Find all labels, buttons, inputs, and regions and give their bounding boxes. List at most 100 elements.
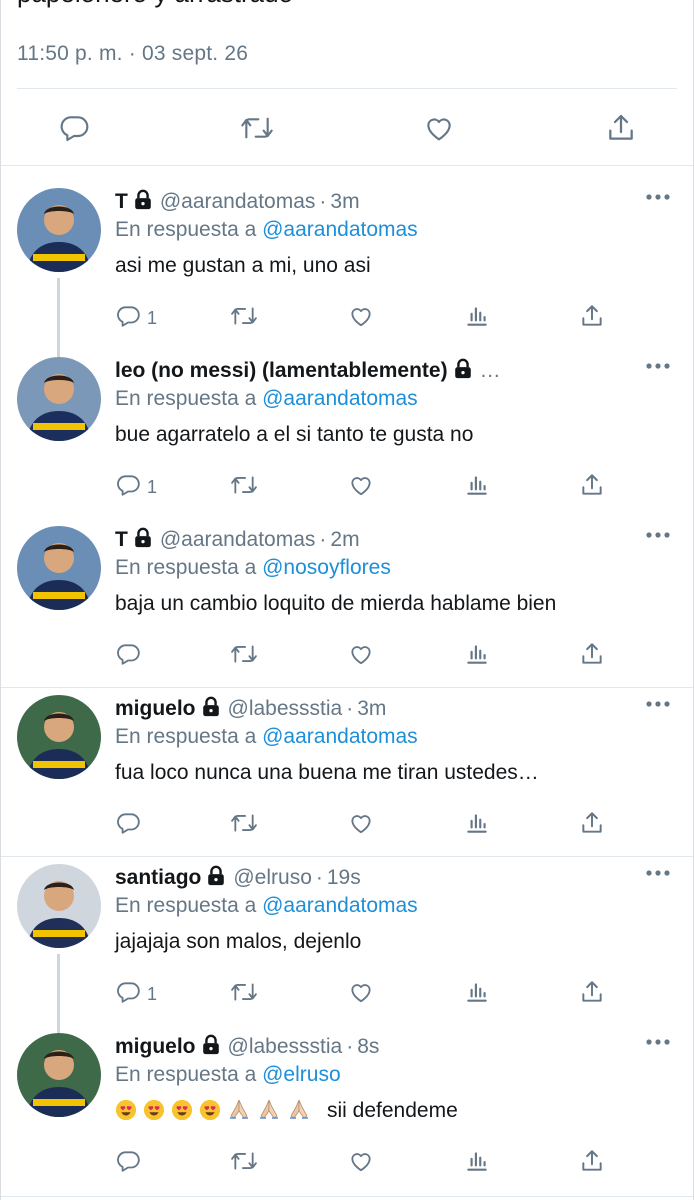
tweet-timestamp[interactable]: 11:50 p. m. · 03 sept. 26 — [17, 42, 248, 66]
more-options-icon[interactable] — [645, 697, 671, 711]
share-button[interactable] — [579, 469, 605, 505]
more-options-icon[interactable] — [645, 866, 671, 880]
reply-tweet[interactable]: leo (no messi) (lamentablemente) … En resp… — [1, 337, 693, 506]
thread-connector — [57, 278, 60, 344]
folded-hands-emoji — [230, 1099, 248, 1119]
display-name[interactable]: santiago — [115, 866, 201, 889]
more-options-icon[interactable] — [645, 190, 671, 204]
reply-button[interactable]: 1 — [115, 469, 157, 505]
reply-tweet[interactable]: T @aarandatomas · 3m En respuesta a @aaranda… — [1, 168, 693, 344]
reply-button[interactable] — [115, 807, 141, 843]
reply-header: santiago @elruso · 19s — [115, 864, 633, 892]
share-button[interactable] — [579, 300, 605, 336]
more-options-icon[interactable] — [645, 1035, 671, 1049]
reply-tweet[interactable]: santiago @elruso · 19s En respuesta a @aaran… — [1, 844, 693, 1020]
reply-to-link[interactable]: @nosoyflores — [262, 556, 391, 579]
reply-button[interactable]: 1 — [115, 300, 157, 336]
display-name[interactable]: miguelo — [115, 1035, 196, 1058]
reply-time[interactable]: 8s — [357, 1035, 379, 1058]
share-icon — [609, 114, 633, 140]
reply-tweet[interactable]: miguelo @labessstia · 8s En respuesta a @elr… — [1, 1013, 693, 1182]
reply-time[interactable]: 3m — [330, 190, 359, 213]
share-icon — [579, 979, 605, 1010]
reply-action-bar: 1 — [115, 469, 693, 505]
like-button[interactable] — [347, 1145, 375, 1181]
analytics-button[interactable] — [464, 300, 490, 336]
more-options-icon[interactable] — [645, 528, 671, 542]
user-handle[interactable]: @aarandatomas — [160, 528, 316, 551]
reply-tweet[interactable]: T @aarandatomas · 2m En respuesta a @nosoyfl… — [1, 506, 693, 675]
lock-icon — [135, 189, 151, 210]
like-icon — [347, 810, 375, 841]
display-name[interactable]: miguelo — [115, 697, 196, 720]
reply-to-link[interactable]: @aarandatomas — [262, 218, 418, 241]
retweet-button[interactable] — [229, 638, 259, 674]
like-button[interactable] — [347, 638, 375, 674]
reply-time[interactable]: 19s — [327, 866, 361, 889]
reply-prefix: En respuesta a — [115, 725, 257, 748]
display-name[interactable]: leo (no messi) (lamentablemente) — [115, 359, 448, 382]
divider — [17, 88, 677, 89]
reply-body: sii defendeme — [327, 1099, 458, 1122]
like-button[interactable] — [347, 807, 375, 843]
reply-tweet[interactable]: miguelo @labessstia · 3m En respuesta a @aar… — [1, 675, 693, 844]
user-handle[interactable]: @aarandatomas — [160, 190, 316, 213]
reply-context: En respuesta a @aarandatomas — [115, 892, 418, 920]
avatar[interactable] — [17, 1033, 101, 1117]
share-button[interactable] — [601, 110, 641, 146]
display-name[interactable]: T — [115, 190, 128, 213]
share-icon — [579, 303, 605, 334]
thread-connector — [57, 954, 60, 1020]
share-button[interactable] — [579, 976, 605, 1012]
share-button[interactable] — [579, 1145, 605, 1181]
analytics-button[interactable] — [464, 638, 490, 674]
analytics-button[interactable] — [464, 469, 490, 505]
avatar[interactable] — [17, 526, 101, 610]
user-handle[interactable]: @labessstia — [228, 1035, 343, 1058]
avatar[interactable] — [17, 695, 101, 779]
reply-action-bar: 1 — [115, 300, 693, 336]
retweet-button[interactable] — [229, 976, 259, 1012]
retweet-button[interactable] — [229, 807, 259, 843]
retweet-button[interactable] — [237, 110, 277, 146]
share-button[interactable] — [579, 807, 605, 843]
like-button[interactable] — [347, 469, 375, 505]
like-button[interactable] — [347, 300, 375, 336]
reply-time[interactable]: 3m — [357, 697, 386, 720]
share-button[interactable] — [579, 638, 605, 674]
heart-eyes-emoji — [143, 1099, 165, 1121]
reply-to-link[interactable]: @aarandatomas — [262, 387, 418, 410]
reply-to-link[interactable]: @elruso — [262, 1063, 341, 1086]
user-handle[interactable]: @labessstia — [228, 697, 343, 720]
reply-button[interactable]: 1 — [115, 976, 157, 1012]
retweet-button[interactable] — [229, 1145, 259, 1181]
lock-icon — [135, 527, 151, 548]
retweet-button[interactable] — [229, 300, 259, 336]
avatar[interactable] — [17, 864, 101, 948]
reply-button[interactable] — [54, 110, 94, 146]
avatar[interactable] — [17, 357, 101, 441]
retweet-button[interactable] — [229, 469, 259, 505]
lock-icon — [202, 1034, 219, 1055]
user-handle[interactable]: … — [480, 359, 501, 382]
display-name[interactable]: T — [115, 528, 128, 551]
lock-icon — [202, 696, 219, 717]
reply-text: asi me gustan a mi, uno asi — [115, 252, 371, 280]
reply-time[interactable]: 2m — [330, 528, 359, 551]
more-options-icon[interactable] — [645, 359, 671, 373]
like-button[interactable] — [419, 110, 459, 146]
analytics-button[interactable] — [464, 1145, 490, 1181]
like-button[interactable] — [347, 976, 375, 1012]
analytics-icon — [464, 979, 490, 1010]
analytics-button[interactable] — [464, 976, 490, 1012]
reply-button[interactable] — [115, 1145, 141, 1181]
reply-action-bar — [115, 807, 693, 843]
divider — [1, 165, 693, 166]
reply-button[interactable] — [115, 638, 141, 674]
avatar[interactable] — [17, 188, 101, 272]
reply-to-link[interactable]: @aarandatomas — [262, 725, 418, 748]
reply-body: baja un cambio loquito de mierda hablame… — [115, 592, 557, 615]
reply-to-link[interactable]: @aarandatomas — [262, 894, 418, 917]
user-handle[interactable]: @elruso — [233, 866, 312, 889]
analytics-button[interactable] — [464, 807, 490, 843]
